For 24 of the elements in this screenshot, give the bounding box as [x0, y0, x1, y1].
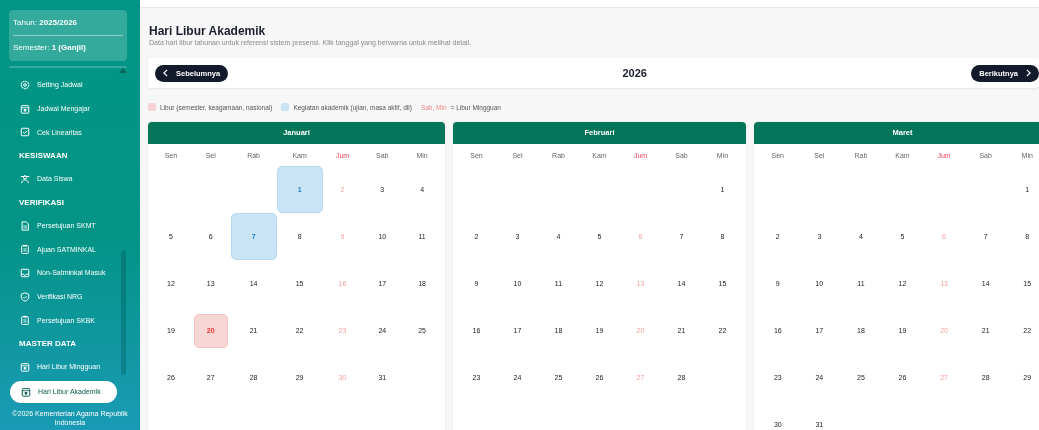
inbox-icon: [20, 267, 30, 278]
calendar-icon: [21, 386, 31, 397]
calendar-icon: [20, 103, 30, 114]
holiday-swatch: [148, 103, 156, 111]
clipboard-icon: [20, 315, 30, 326]
section-heading: MASTER DATA: [18, 338, 78, 351]
semester-text: Semester: 1 (Ganjil): [13, 42, 87, 54]
chevron-right-icon: [1026, 69, 1031, 77]
scroll-up-icon[interactable]: [119, 68, 127, 73]
chevron-left-icon: [163, 69, 168, 77]
checkbox-icon: [20, 127, 30, 138]
section-heading: VERIFIKASI: [18, 196, 65, 209]
shield-icon: [20, 291, 30, 302]
year-label: 2026: [622, 67, 647, 79]
academic-swatch: [281, 103, 290, 111]
year-text: Tahun: 2025/2026: [13, 15, 123, 36]
section-heading: KESISWAAN: [18, 150, 69, 162]
scrollbar-thumb[interactable]: [120, 250, 126, 375]
clipboard-icon: [20, 244, 30, 255]
page-title: Hari Libur Akademik: [149, 24, 267, 38]
document-icon: [20, 220, 30, 231]
person-icon: [20, 173, 30, 184]
settings-icon: [20, 79, 30, 90]
calendar-icon: [20, 361, 30, 372]
